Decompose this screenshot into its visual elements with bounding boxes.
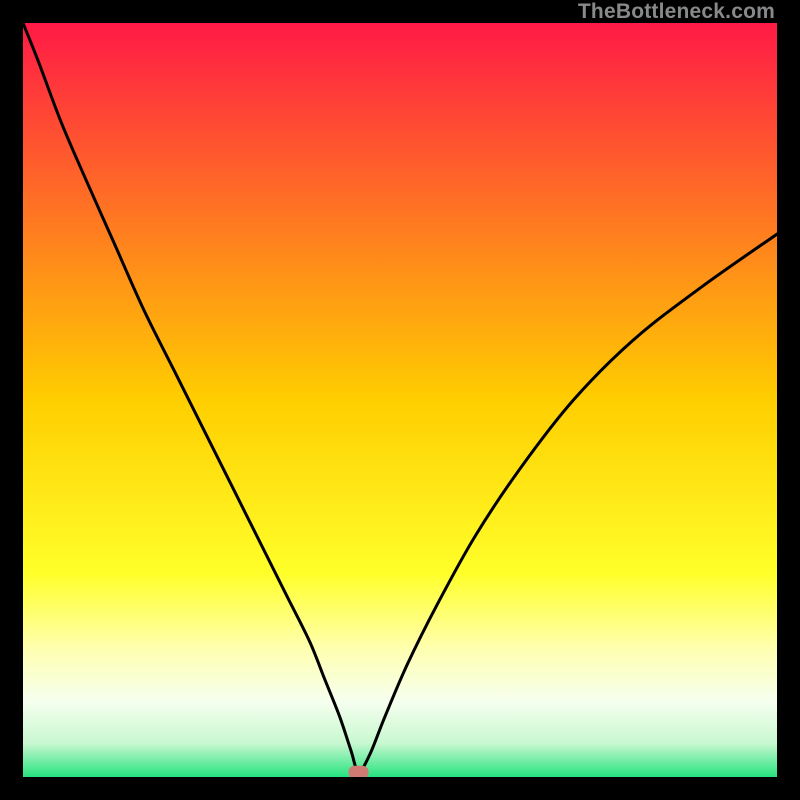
gradient-background [23, 23, 777, 777]
watermark-text: TheBottleneck.com [578, 0, 775, 24]
chart-svg [23, 23, 777, 777]
chart-frame [23, 23, 777, 777]
optimum-marker [349, 766, 369, 777]
